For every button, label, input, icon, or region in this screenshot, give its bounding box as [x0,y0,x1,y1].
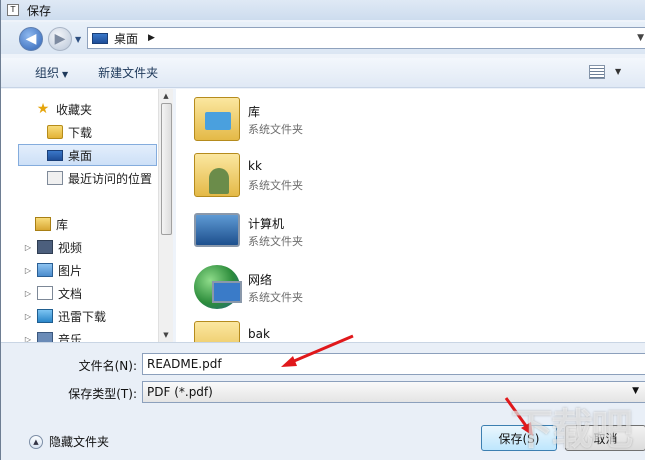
nav-label: 图片 [58,263,83,278]
app-icon: T [7,4,19,16]
filename-label: 文件名(N): [78,359,137,373]
filetype-value: PDF (*.pdf) [147,385,213,399]
expand-arrow-icon[interactable]: ▷ [23,266,33,275]
xunlei-download-icon [37,309,53,323]
file-item-computer[interactable]: 计算机 系统文件夹 [194,209,434,259]
address-bar[interactable]: 桌面 ▶ ▼ [87,27,645,49]
file-item-library[interactable]: 库 系统文件夹 [194,97,434,147]
file-item-network[interactable]: 网络 系统文件夹 [194,265,434,315]
chevron-right-icon[interactable]: ▶ [148,33,155,43]
desktop-icon [92,32,108,44]
title-bar: T 保存 [1,0,645,20]
file-item-kk[interactable]: kk 系统文件夹 [194,153,434,203]
nav-label: 最近访问的位置 [68,171,153,186]
file-type: 系统文件夹 [248,123,303,136]
file-name: 网络 [248,273,273,287]
nav-item-pictures[interactable]: ▷ 图片 [1,259,159,281]
recent-places-icon [47,171,63,185]
expand-arrow-icon[interactable]: ▷ [23,289,33,298]
file-type: 系统文件夹 [248,291,303,304]
collapse-arrow-icon: ▲ [29,434,43,449]
file-name: bak [248,327,270,341]
view-dropdown-icon[interactable]: ▼ [615,67,621,76]
back-button[interactable]: ◀ [19,27,43,51]
computer-icon [194,213,240,247]
scroll-down-icon[interactable]: ▼ [159,328,173,342]
nav-item-xunlei[interactable]: ▷ 迅雷下载 [1,305,159,327]
organize-button[interactable]: 组织 ▼ [29,64,74,81]
address-row: ◀ ▶ ▼ 桌面 ▶ ▼ [1,22,645,54]
hide-folders-toggle[interactable]: ▲ 隐藏文件夹 [29,433,109,450]
nav-label: 下载 [68,125,93,140]
nav-label: 文档 [58,286,83,301]
expand-arrow-icon[interactable]: ▷ [23,312,33,321]
library-icon [35,217,51,231]
file-type: 系统文件夹 [248,179,303,192]
user-folder-icon [194,153,240,197]
nav-label: 收藏夹 [56,102,93,117]
save-form: 文件名(N): 保存类型(T): PDF (*.pdf) ▼ ▲ 隐藏文件夹 保… [1,342,645,460]
nav-item-desktop[interactable]: 桌面 [18,144,157,166]
nav-scrollbar[interactable]: ▲ ▼ [158,89,173,342]
picture-icon [37,263,53,277]
nav-item-documents[interactable]: ▷ 文档 [1,282,159,304]
organize-label: 组织 [35,66,60,80]
star-icon: ★ [36,101,50,117]
folder-icon [194,321,240,342]
filetype-label: 保存类型(T): [68,387,137,401]
expand-arrow-icon[interactable]: ▷ [23,243,33,252]
hide-folders-label: 隐藏文件夹 [49,435,110,449]
file-type: 系统文件夹 [248,235,303,248]
library-icon [194,97,240,141]
file-list: 库 系统文件夹 kk 系统文件夹 计算机 系统文件夹 网络 系统文件夹 bak [176,89,645,342]
save-dialog: T 保存 ◀ ▶ ▼ 桌面 ▶ ▼ 组织 ▼ 新建文件夹 ▼ ★ 收藏夹 下载 桌… [0,0,645,460]
toolbar: 组织 ▼ 新建文件夹 ▼ [1,58,645,88]
network-icon [194,265,242,309]
nav-label: 视频 [58,240,83,255]
video-icon [37,240,53,254]
download-folder-icon [47,125,63,139]
history-dropdown-icon[interactable]: ▼ [75,35,81,44]
address-location[interactable]: 桌面 [114,30,138,47]
file-name: kk [248,159,262,173]
nav-label: 桌面 [68,148,93,163]
file-name: 库 [248,105,261,119]
scroll-thumb[interactable] [161,103,172,235]
new-folder-button[interactable]: 新建文件夹 [92,64,164,81]
cancel-button[interactable]: 取消 [565,425,645,451]
filetype-select[interactable]: PDF (*.pdf) ▼ [142,381,645,403]
document-icon [37,286,53,300]
chevron-down-icon: ▼ [62,70,69,79]
desktop-icon [47,149,63,161]
nav-label: 迅雷下载 [58,309,107,324]
chevron-down-icon[interactable]: ▼ [632,386,639,396]
forward-button[interactable]: ▶ [48,27,72,51]
nav-label: 库 [56,217,69,232]
nav-item-videos[interactable]: ▷ 视频 [1,236,159,258]
window-title: 保存 [27,3,52,18]
address-dropdown-icon[interactable]: ▼ [637,33,644,43]
save-button[interactable]: 保存(S) [481,425,557,451]
navigation-pane: ★ 收藏夹 下载 桌面 最近访问的位置 库 ▷ 视频 ▷ 图片 ▷ 文档 ▷ 迅… [1,89,173,347]
scroll-up-icon[interactable]: ▲ [159,89,173,103]
file-name: 计算机 [248,217,285,231]
file-item-bak[interactable]: bak [194,321,434,342]
view-options-icon[interactable] [589,65,605,79]
filename-input[interactable] [142,353,645,375]
